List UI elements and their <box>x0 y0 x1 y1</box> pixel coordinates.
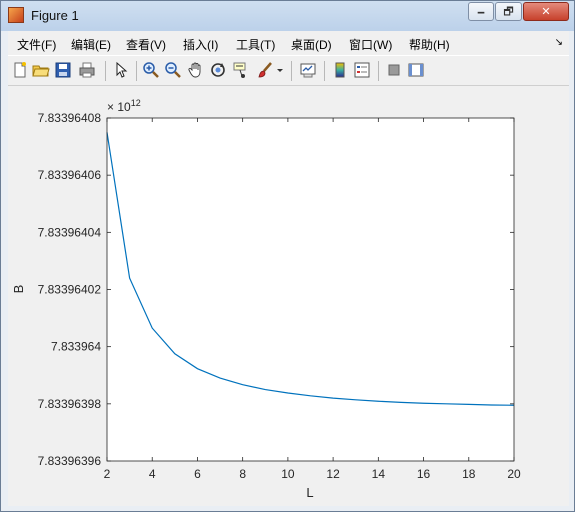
brush-icon[interactable] <box>256 61 274 79</box>
x-tick-label: 2 <box>104 467 111 481</box>
toolbar-separator <box>136 61 137 81</box>
menu-tools[interactable]: 工具(T) <box>236 36 275 53</box>
menu-insert[interactable]: 插入(I) <box>183 36 218 53</box>
line-plot[interactable]: 2 4 6 8 10 12 14 16 18 20 7.83396396 7.83396398 7.83… <box>8 87 569 506</box>
minimize-button[interactable]: 🗕 <box>468 2 494 21</box>
y-tick-label: 7.83396396 <box>38 454 102 468</box>
menu-edit[interactable]: 编辑(E) <box>71 36 111 53</box>
y-tick-label: 7.833964 <box>51 340 101 354</box>
zoom-out-icon[interactable] <box>164 61 182 79</box>
show-plot-tools-icon[interactable] <box>407 61 425 79</box>
y-tick-label: 7.83396406 <box>38 168 102 182</box>
open-file-icon[interactable] <box>32 61 50 79</box>
close-button[interactable]: ✕ <box>523 2 569 21</box>
exponent-label: × 1012 <box>107 98 141 114</box>
y-axis-label: B <box>11 285 26 294</box>
menu-help[interactable]: 帮助(H) <box>409 36 450 53</box>
x-tick-label: 20 <box>507 467 521 481</box>
x-tick-label: 18 <box>462 467 476 481</box>
x-tick-label: 8 <box>239 467 246 481</box>
toolbar-separator <box>291 61 292 81</box>
window-title: Figure 1 <box>31 8 79 23</box>
y-tick-label: 7.83396402 <box>38 283 102 297</box>
data-cursor-icon[interactable] <box>232 61 250 79</box>
y-tick-label: 7.83396408 <box>38 111 102 125</box>
axes-area[interactable] <box>107 118 514 461</box>
menu-view[interactable]: 查看(V) <box>126 36 166 53</box>
legend-icon[interactable] <box>353 61 371 79</box>
menu-window[interactable]: 窗口(W) <box>349 36 392 53</box>
toolbar-separator <box>378 61 379 81</box>
new-figure-icon[interactable] <box>11 61 29 79</box>
figure-canvas: 2 4 6 8 10 12 14 16 18 20 7.83396396 7.83396398 7.83… <box>8 87 569 506</box>
toolbar-separator <box>105 61 106 81</box>
title-bar[interactable]: Figure 1 🗕 🗗 ✕ <box>1 1 574 31</box>
hide-plot-tools-icon[interactable] <box>385 61 403 79</box>
x-tick-label: 12 <box>326 467 340 481</box>
x-tick-label: 6 <box>194 467 201 481</box>
brush-dropdown-icon[interactable] <box>276 61 284 79</box>
rotate-3d-icon[interactable] <box>209 61 227 79</box>
x-tick-label: 16 <box>417 467 431 481</box>
figure-toolbar <box>8 55 569 86</box>
dock-arrow-icon[interactable]: ↘ <box>555 37 563 48</box>
x-tick-label: 10 <box>281 467 295 481</box>
x-tick-label: 4 <box>149 467 156 481</box>
y-tick-label: 7.83396398 <box>38 397 102 411</box>
zoom-in-icon[interactable] <box>142 61 160 79</box>
pan-hand-icon[interactable] <box>187 61 205 79</box>
figure-window: Figure 1 🗕 🗗 ✕ 文件(F) 编辑(E) 查看(V) 插入(I) 工… <box>0 0 575 512</box>
menu-bar: 文件(F) 编辑(E) 查看(V) 插入(I) 工具(T) 桌面(D) 窗口(W… <box>8 31 569 55</box>
print-icon[interactable] <box>78 61 96 79</box>
matlab-app-icon <box>8 7 24 23</box>
client-area: 文件(F) 编辑(E) 查看(V) 插入(I) 工具(T) 桌面(D) 窗口(W… <box>8 31 569 506</box>
pointer-arrow-icon[interactable] <box>112 61 130 79</box>
link-plot-icon[interactable] <box>299 61 317 79</box>
y-tick-label: 7.83396404 <box>38 225 102 239</box>
menu-desktop[interactable]: 桌面(D) <box>291 36 332 53</box>
maximize-button[interactable]: 🗗 <box>495 2 522 21</box>
toolbar-separator <box>324 61 325 81</box>
colorbar-icon[interactable] <box>331 61 349 79</box>
menu-file[interactable]: 文件(F) <box>17 36 56 53</box>
save-icon[interactable] <box>54 61 72 79</box>
x-tick-label: 14 <box>372 467 386 481</box>
x-axis-label: L <box>306 485 313 500</box>
